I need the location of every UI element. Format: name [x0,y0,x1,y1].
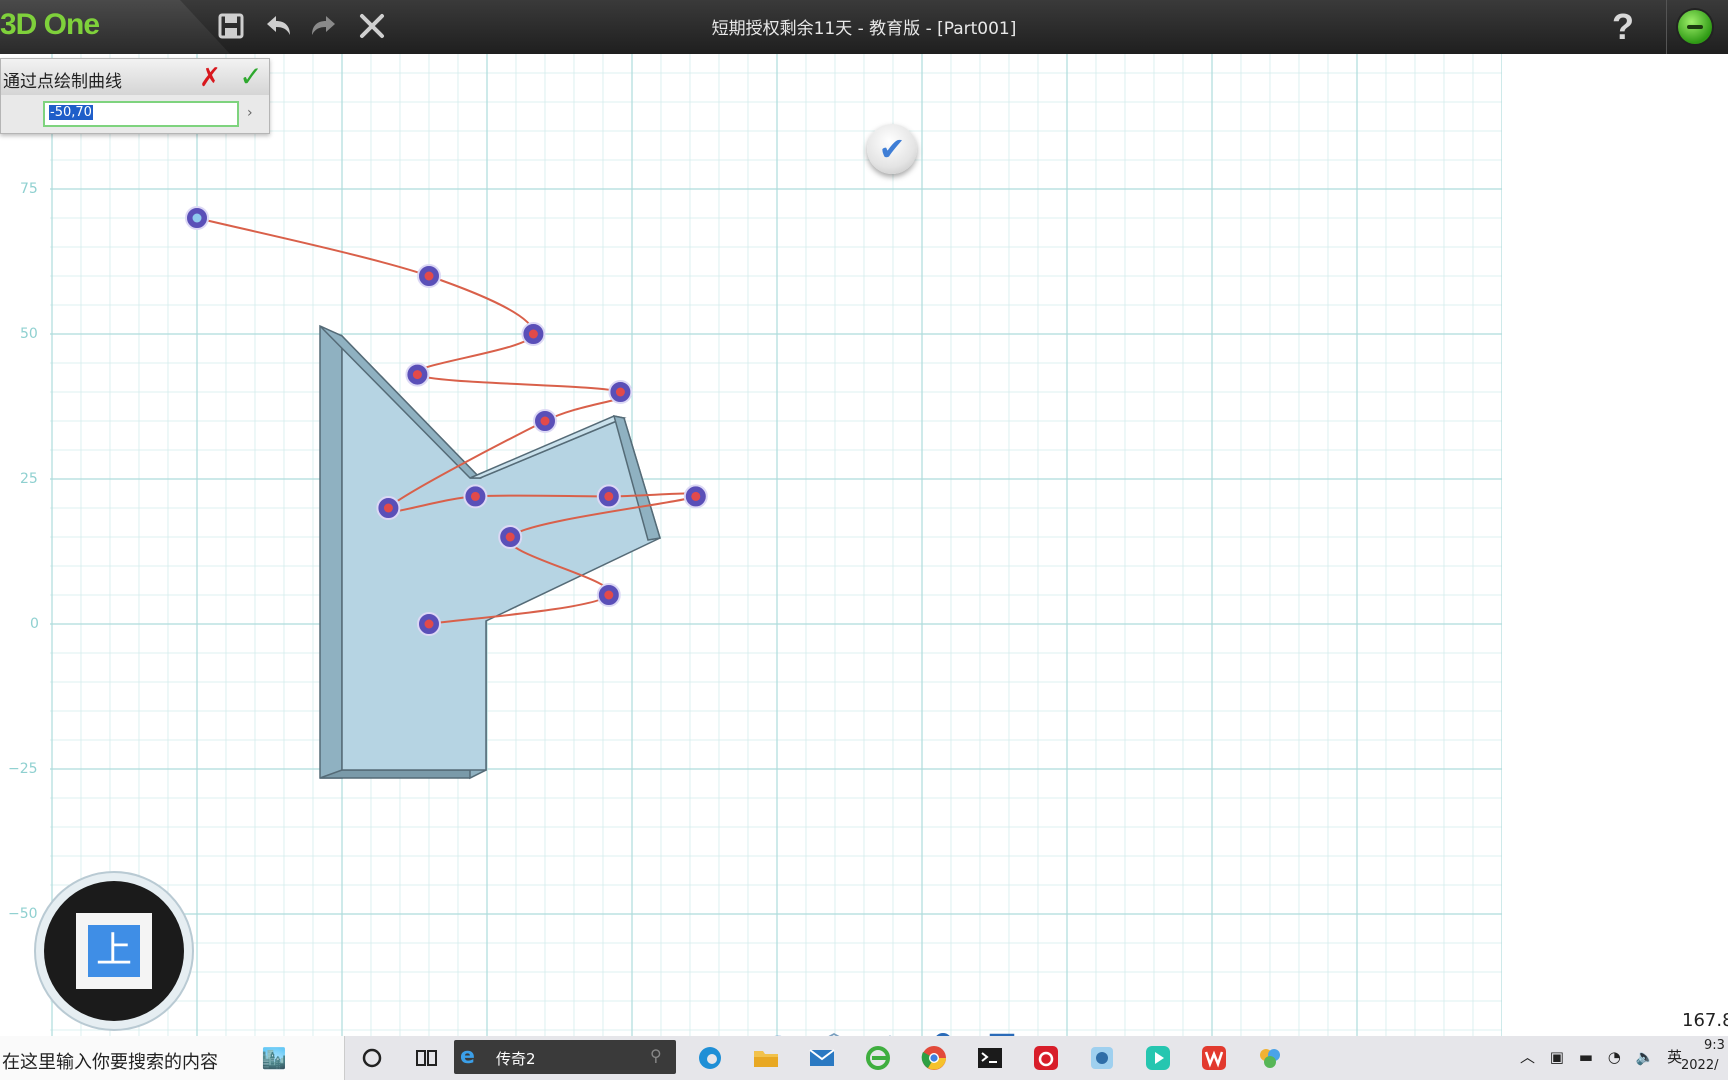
3d-viewport[interactable]: 75 50 25 0 −25 −50 ✔ 上 [0,54,1728,1065]
control-point-dot [615,387,625,397]
shape-side-face [319,324,343,779]
view-cube-top-face[interactable]: 上 [88,925,140,977]
ok-button[interactable]: ✓ [237,63,265,91]
terminal-icon[interactable] [972,1040,1008,1076]
app-icon[interactable] [1084,1040,1120,1076]
axis-tick-label: −50 [8,906,38,922]
ie-icon: e [460,1044,475,1069]
save-icon[interactable] [213,8,249,44]
app-logo: 3D One [0,8,100,41]
control-point-dot [412,370,422,380]
axis-labels: 75 50 25 0 −25 −50 [8,181,39,922]
control-point[interactable] [521,322,546,346]
point-coordinate-value: -50,70 [49,105,93,120]
control-point[interactable] [596,583,621,607]
divider [1666,0,1667,54]
grid-major-lines [50,54,1503,1036]
axis-tick-label: 75 [20,181,38,197]
control-point[interactable] [405,362,430,387]
axis-tick-label: 25 [20,471,38,487]
control-point-dot [528,329,538,339]
control-point[interactable] [533,409,557,433]
control-point[interactable] [596,484,621,509]
clock-date[interactable]: 2022/ [1681,1058,1718,1073]
speaker-muted-icon[interactable]: 🔈 [1636,1048,1655,1066]
taskbar-window-label: 传奇2 [496,1050,536,1068]
grid-minor-lines [50,54,1502,1036]
control-point[interactable] [417,612,441,636]
mail-icon[interactable] [804,1040,840,1076]
task-view-icon[interactable] [408,1040,444,1076]
axis-tick-label: 0 [30,616,39,632]
control-point-dot [505,532,515,542]
control-point-dot [470,491,480,501]
control-point-dot [604,590,614,600]
title-bar: 3D One 短期授权剩余11天 - 教育版 - [Part001] ? [0,0,1728,54]
control-point[interactable] [463,484,488,509]
taskbar: 在这里输入你要搜索的内容 🏙️ e 传奇2 ⚲ ︿ ▣ ▬ ◔ 🔈 英 9:3 … [0,1036,1728,1080]
chrome-icon[interactable] [916,1040,952,1076]
coordinate-readout: 167.8 [1682,1010,1728,1031]
shape-bottom-edge [319,769,487,779]
minimize-icon[interactable] [1678,10,1712,44]
expand-arrow-icon[interactable]: › [247,105,253,121]
wifi-icon[interactable]: ◔ [1608,1048,1621,1066]
close-icon[interactable] [354,8,390,44]
netease-music-icon[interactable] [1028,1040,1064,1076]
control-point[interactable] [417,264,441,288]
wps-icon[interactable] [1196,1040,1232,1076]
command-panel: 通过点绘制曲线 ✗ ✓ -50,70 › [0,58,270,134]
redo-icon[interactable] [306,8,342,44]
tray-app-icon[interactable]: ▣ [1550,1048,1564,1066]
edge-icon[interactable] [692,1040,728,1076]
control-point-dot [604,491,614,501]
taskbar-search-box[interactable]: 在这里输入你要搜索的内容 🏙️ [0,1036,345,1080]
control-point[interactable] [683,484,708,509]
viewport-margin [1502,54,1728,1036]
cortana-icon[interactable] [354,1040,390,1076]
control-point[interactable] [376,496,401,520]
command-panel-header: 通过点绘制曲线 ✗ ✓ [1,59,269,95]
control-point[interactable] [498,525,523,549]
clock-time[interactable]: 9:3 [1704,1038,1725,1053]
system-tray[interactable]: ︿ ▣ ▬ ◔ 🔈 英 [1520,1046,1682,1067]
battery-icon[interactable]: ▬ [1579,1048,1593,1066]
ime-indicator[interactable]: 英 [1667,1048,1682,1066]
control-point-dot [424,619,434,629]
view-cube-ring: 上 [44,881,184,1021]
point-coordinate-input[interactable]: -50,70 [43,101,239,127]
taskbar-window-ie[interactable]: e 传奇2 ⚲ [454,1040,676,1074]
axis-tick-label: 50 [20,326,38,342]
confirm-check-button[interactable]: ✔ [867,124,917,174]
app-icon[interactable] [1252,1040,1288,1076]
help-icon[interactable]: ? [1612,6,1634,48]
control-point-active[interactable] [185,206,209,230]
axis-tick-label: −25 [8,761,38,777]
command-title: 通过点绘制曲线 [3,72,122,92]
control-point[interactable] [608,380,633,404]
control-point-dot [383,503,393,513]
chevron-up-icon[interactable]: ︿ [1520,1048,1535,1066]
search-widget-icon[interactable]: 🏙️ [256,1040,292,1076]
control-point-dot [540,416,550,426]
file-explorer-icon[interactable] [748,1040,784,1076]
search-placeholder: 在这里输入你要搜索的内容 [2,1052,218,1073]
ie-browser-icon[interactable] [860,1040,896,1076]
view-cube[interactable]: 上 [34,871,194,1031]
undo-icon[interactable] [260,8,296,44]
control-point-dot [192,213,202,223]
cancel-button[interactable]: ✗ [197,65,223,91]
control-point-dot [691,491,701,501]
video-app-icon[interactable] [1140,1040,1176,1076]
control-point-dot [424,271,434,281]
search-icon: ⚲ [650,1046,662,1065]
viewport-grid[interactable]: 75 50 25 0 −25 −50 [0,54,1728,1036]
